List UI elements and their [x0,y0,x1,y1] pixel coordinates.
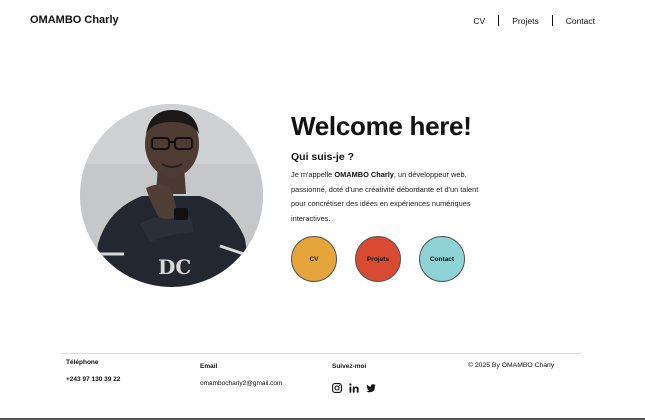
hero-section: Welcome here! Qui suis-je ? Je m'appelle… [291,110,491,226]
nav-separator [498,15,500,26]
nav-projets-link[interactable]: Projets [512,16,538,26]
instagram-icon[interactable] [332,380,342,393]
email-value[interactable]: omambocharly2@gmail.com [200,380,282,387]
contact-button[interactable]: Contact [419,236,465,282]
footer-divider [62,353,581,354]
phone-label: Téléphone [66,359,99,366]
nav-separator [551,15,553,26]
nav-contact-link[interactable]: Contact [566,16,595,26]
top-nav: CV Projets Contact [473,15,595,26]
twitter-icon[interactable] [366,380,376,393]
social-label: Suivez-moi [332,363,367,370]
nav-cv-link[interactable]: CV [473,16,485,26]
hero-title: Welcome here! [291,111,472,141]
linkedin-icon[interactable] [349,380,359,393]
email-label: Email [200,363,218,370]
about-heading: Qui suis-je ? [291,151,355,163]
svg-text:DC: DC [158,255,191,279]
copyright-text: © 2025 By OMAMBO Charly [468,362,555,369]
social-links [332,380,376,393]
phone-value[interactable]: +243 97 130 39 22 [66,376,120,383]
projets-button[interactable]: Projets [355,236,401,282]
bio-prefix: Je m'appelle [291,170,335,179]
bio-text: Je m'appelle OMAMBO Charly, un développe… [291,168,481,226]
brand-logo[interactable]: OMAMBO Charly [30,14,119,26]
profile-photo: DC [80,104,263,287]
cv-button[interactable]: CV [291,236,337,282]
bio-name: OMAMBO Charly [334,170,394,179]
